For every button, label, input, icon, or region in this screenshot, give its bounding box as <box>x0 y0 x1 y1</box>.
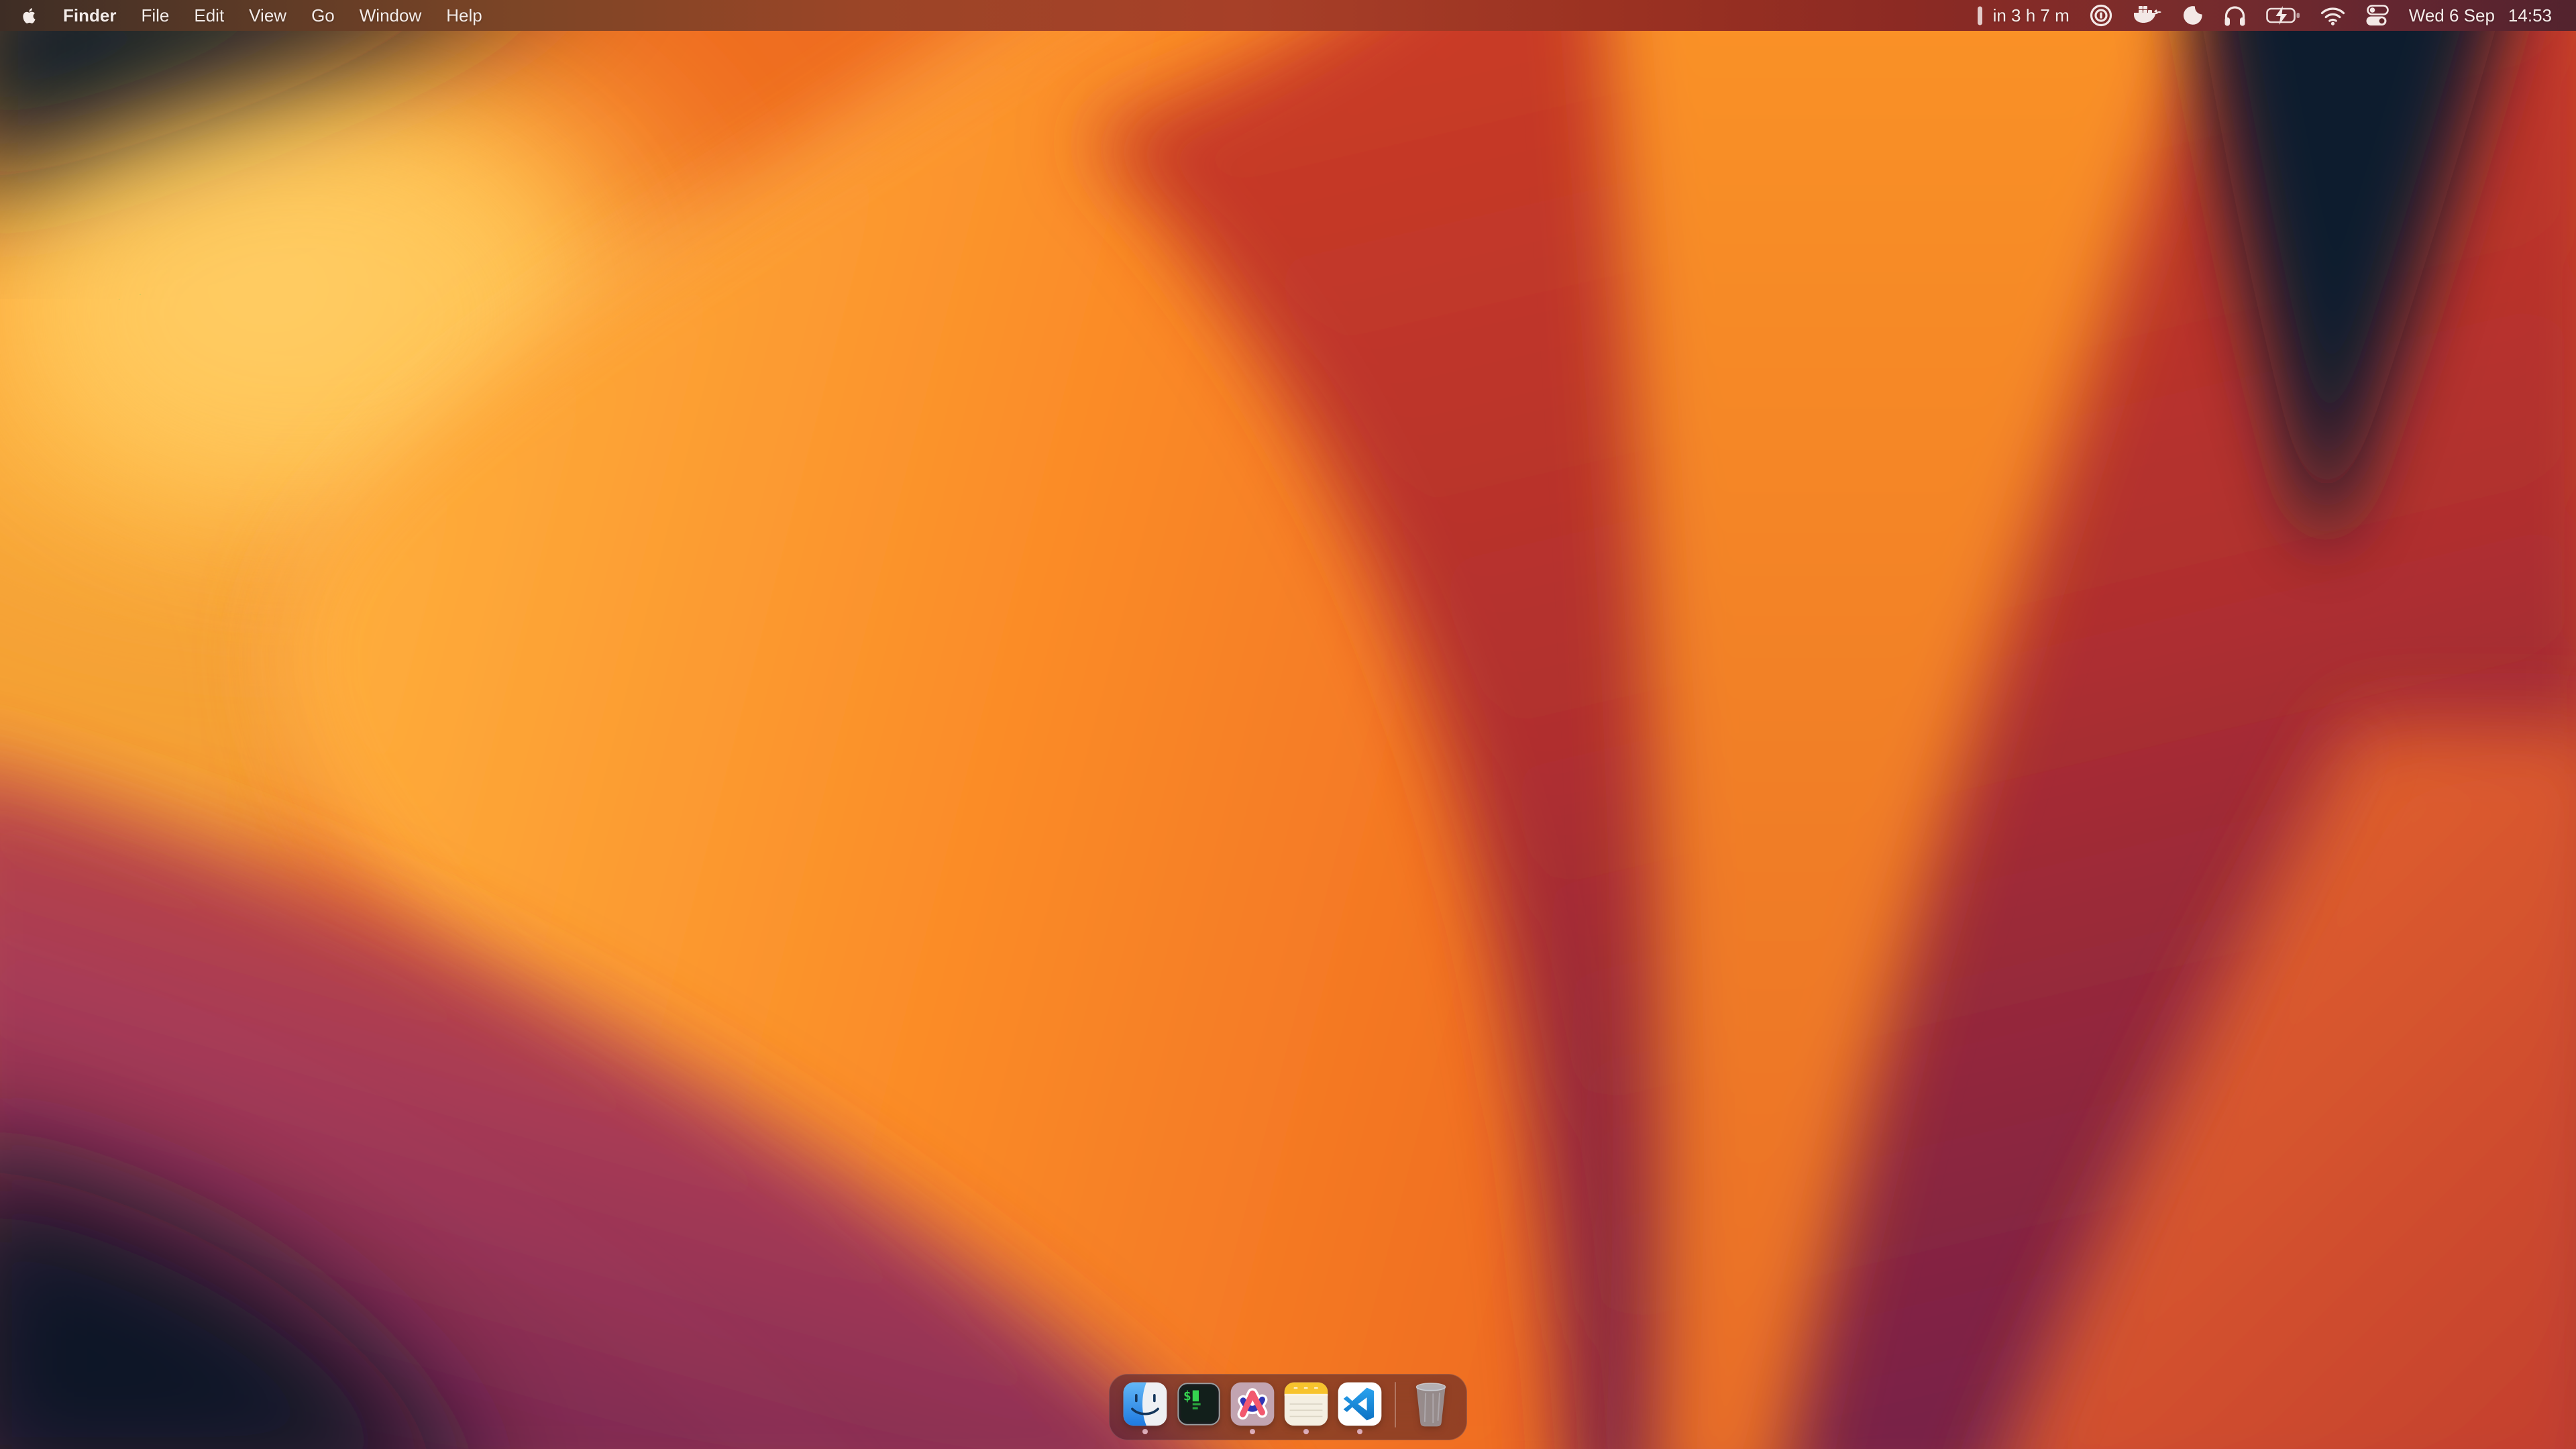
wifi-icon[interactable] <box>2320 6 2345 25</box>
dock-item-terminal[interactable]: $ <box>1177 1382 1221 1434</box>
menu-file[interactable]: File <box>141 5 169 26</box>
running-indicator <box>1142 1429 1148 1434</box>
apple-logo-icon <box>20 5 38 26</box>
battery-charging-icon[interactable] <box>2266 6 2301 25</box>
apple-menu[interactable] <box>20 5 38 26</box>
dock-item-trash[interactable] <box>1409 1382 1453 1436</box>
dock-item-finder[interactable] <box>1123 1382 1167 1434</box>
onepassword-icon[interactable] <box>2089 3 2113 28</box>
dock-divider <box>1395 1382 1396 1428</box>
menu-go[interactable]: Go <box>311 5 335 26</box>
docker-icon[interactable] <box>2133 4 2162 28</box>
running-indicator <box>1357 1429 1362 1434</box>
svg-text:$: $ <box>1183 1389 1191 1404</box>
menu-bar: Finder File Edit View Go Window Help in … <box>0 0 2576 31</box>
clock-time: 14:53 <box>2508 5 2552 26</box>
vscode-icon <box>1338 1382 1382 1426</box>
menu-bar-left: Finder File Edit View Go Window Help <box>20 5 482 26</box>
desktop-wallpaper <box>0 0 2576 1449</box>
dock-item-notes[interactable] <box>1284 1382 1328 1434</box>
terminal-icon: $ <box>1177 1382 1221 1426</box>
dock-item-vscode[interactable] <box>1338 1382 1382 1434</box>
arc-browser-icon <box>1230 1382 1275 1426</box>
countdown-bar-icon[interactable] <box>1977 5 1983 26</box>
menu-window[interactable]: Window <box>360 5 421 26</box>
countdown-text[interactable]: in 3 h 7 m <box>1993 5 2070 26</box>
menu-edit[interactable]: Edit <box>194 5 224 26</box>
finder-icon <box>1123 1382 1167 1426</box>
clock-date: Wed 6 Sep <box>2409 5 2495 26</box>
menu-app-name[interactable]: Finder <box>63 5 116 26</box>
focus-moon-icon[interactable] <box>2182 5 2204 27</box>
running-indicator <box>1303 1429 1309 1434</box>
dock: $ <box>1109 1374 1467 1440</box>
trash-icon <box>1409 1380 1453 1428</box>
menu-help[interactable]: Help <box>446 5 482 26</box>
dock-item-arc[interactable] <box>1230 1382 1275 1434</box>
menu-bar-status: in 3 h 7 m <box>1977 3 2552 28</box>
menu-bar-clock[interactable]: Wed 6 Sep 14:53 <box>2409 5 2552 26</box>
running-indicator <box>1250 1429 1255 1434</box>
control-center-icon[interactable] <box>2365 5 2390 27</box>
menu-view[interactable]: View <box>249 5 286 26</box>
headphones-icon[interactable] <box>2223 5 2247 27</box>
notes-icon <box>1284 1382 1328 1426</box>
